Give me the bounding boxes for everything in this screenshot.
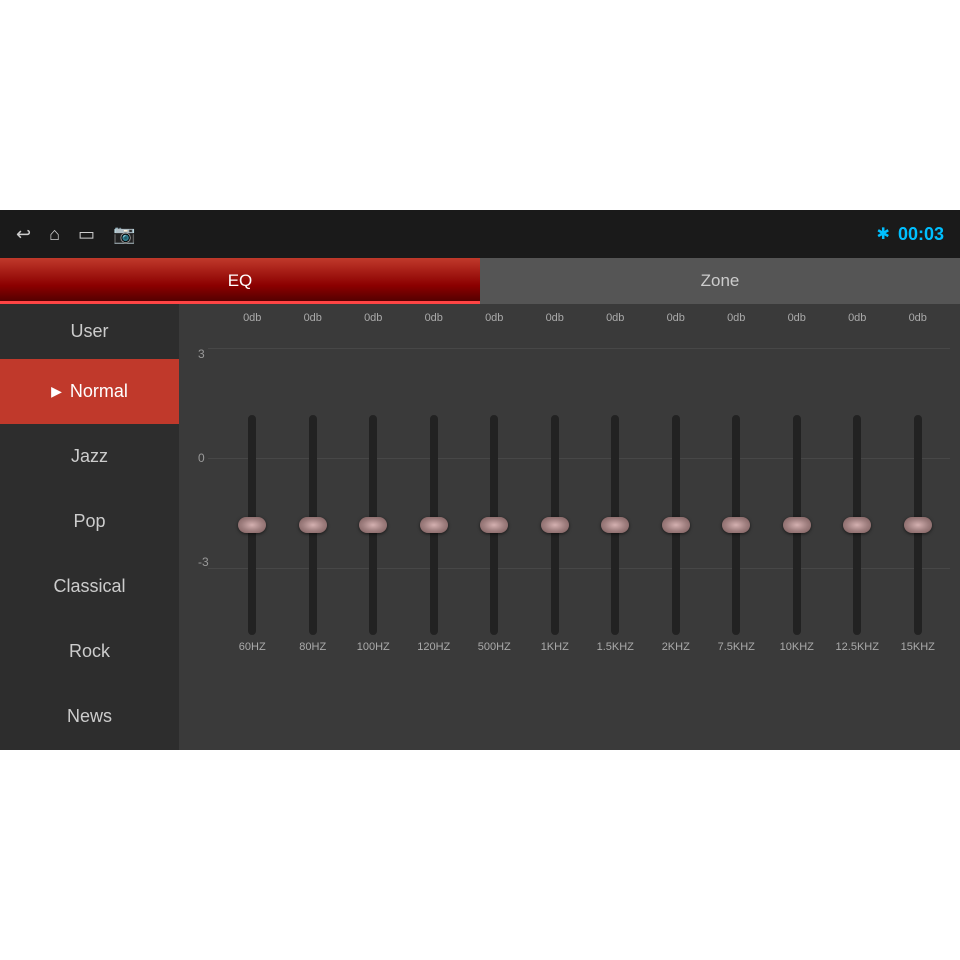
tab-zone-label: Zone bbox=[701, 271, 740, 291]
hz-label-2: 100HZ bbox=[357, 641, 390, 653]
db-label-9: 0db bbox=[767, 312, 827, 324]
db-label-4: 0db bbox=[464, 312, 524, 324]
scale-top: 3 bbox=[198, 348, 209, 360]
slider-track-8[interactable] bbox=[732, 415, 740, 635]
db-labels-row: 0db 0db 0db 0db 0db 0db 0db 0db 0db 0db … bbox=[222, 312, 948, 324]
slider-col-11: 15KHZ bbox=[888, 415, 948, 653]
hz-label-6: 1.5KHZ bbox=[597, 641, 634, 653]
slider-col-9: 10KHZ bbox=[767, 415, 827, 653]
grid-line-top bbox=[208, 348, 950, 349]
slider-track-3[interactable] bbox=[430, 415, 438, 635]
bluetooth-icon: ✱ bbox=[877, 224, 890, 244]
slider-track-2[interactable] bbox=[369, 415, 377, 635]
scale-bot: -3 bbox=[198, 556, 209, 568]
sidebar-item-classical[interactable]: Classical bbox=[0, 554, 179, 619]
slider-thumb-2[interactable] bbox=[359, 517, 387, 533]
slider-track-10[interactable] bbox=[853, 415, 861, 635]
play-arrow-icon: ▶ bbox=[51, 383, 62, 400]
slider-thumb-9[interactable] bbox=[783, 517, 811, 533]
db-label-11: 0db bbox=[888, 312, 948, 324]
sidebar-label-rock: Rock bbox=[69, 641, 110, 662]
main-content: User ▶ Normal Jazz Pop Classical Rock Ne… bbox=[0, 304, 960, 750]
timer-display: 00:03 bbox=[898, 224, 944, 245]
slider-col-10: 12.5KHZ bbox=[827, 415, 887, 653]
slider-col-8: 7.5KHZ bbox=[706, 415, 766, 653]
slider-thumb-6[interactable] bbox=[601, 517, 629, 533]
sidebar: User ▶ Normal Jazz Pop Classical Rock Ne… bbox=[0, 304, 180, 750]
sidebar-item-normal[interactable]: ▶ Normal bbox=[0, 359, 179, 424]
slider-col-2: 100HZ bbox=[343, 415, 403, 653]
slider-thumb-11[interactable] bbox=[904, 517, 932, 533]
sidebar-item-rock[interactable]: Rock bbox=[0, 619, 179, 684]
top-bar-right: ✱ 00:03 bbox=[877, 224, 944, 245]
sidebar-item-user[interactable]: User bbox=[0, 304, 179, 359]
home-icon[interactable]: ⌂ bbox=[49, 224, 60, 245]
sidebar-item-pop[interactable]: Pop bbox=[0, 489, 179, 554]
hz-label-1: 80HZ bbox=[299, 641, 326, 653]
slider-track-11[interactable] bbox=[914, 415, 922, 635]
sidebar-item-news[interactable]: News bbox=[0, 684, 179, 749]
slider-thumb-1[interactable] bbox=[299, 517, 327, 533]
hz-label-5: 1KHZ bbox=[541, 641, 569, 653]
slider-thumb-10[interactable] bbox=[843, 517, 871, 533]
db-label-1: 0db bbox=[283, 312, 343, 324]
sidebar-label-normal: Normal bbox=[70, 381, 128, 402]
slider-track-9[interactable] bbox=[793, 415, 801, 635]
slider-thumb-5[interactable] bbox=[541, 517, 569, 533]
db-label-7: 0db bbox=[646, 312, 706, 324]
sidebar-label-jazz: Jazz bbox=[71, 446, 108, 467]
top-bar: ↩ ⌂ ▭ 📷 ✱ 00:03 bbox=[0, 210, 960, 258]
slider-thumb-8[interactable] bbox=[722, 517, 750, 533]
hz-label-3: 120HZ bbox=[417, 641, 450, 653]
slider-col-3: 120HZ bbox=[404, 415, 464, 653]
db-label-6: 0db bbox=[585, 312, 645, 324]
sidebar-label-pop: Pop bbox=[73, 511, 105, 532]
slider-track-1[interactable] bbox=[309, 415, 317, 635]
hz-label-7: 2KHZ bbox=[662, 641, 690, 653]
device-frame: ↩ ⌂ ▭ 📷 ✱ 00:03 EQ Zone User ▶ Normal bbox=[0, 210, 960, 750]
tab-zone[interactable]: Zone bbox=[480, 258, 960, 304]
db-label-5: 0db bbox=[525, 312, 585, 324]
hz-label-10: 12.5KHZ bbox=[836, 641, 879, 653]
hz-label-8: 7.5KHZ bbox=[718, 641, 755, 653]
hz-label-11: 15KHZ bbox=[901, 641, 935, 653]
slider-col-4: 500HZ bbox=[464, 415, 524, 653]
slider-track-5[interactable] bbox=[551, 415, 559, 635]
sidebar-label-user: User bbox=[70, 321, 108, 342]
slider-thumb-0[interactable] bbox=[238, 517, 266, 533]
tab-eq[interactable]: EQ bbox=[0, 258, 480, 304]
top-bar-left: ↩ ⌂ ▭ 📷 bbox=[16, 224, 135, 245]
db-label-8: 0db bbox=[706, 312, 766, 324]
sidebar-label-classical: Classical bbox=[53, 576, 125, 597]
image-icon[interactable]: 📷 bbox=[113, 224, 135, 245]
slider-thumb-7[interactable] bbox=[662, 517, 690, 533]
slider-track-0[interactable] bbox=[248, 415, 256, 635]
slider-col-0: 60HZ bbox=[222, 415, 282, 653]
slider-col-5: 1KHZ bbox=[525, 415, 585, 653]
slider-track-6[interactable] bbox=[611, 415, 619, 635]
hz-label-0: 60HZ bbox=[239, 641, 266, 653]
tab-bar: EQ Zone bbox=[0, 258, 960, 304]
tab-eq-label: EQ bbox=[228, 271, 253, 291]
slider-track-7[interactable] bbox=[672, 415, 680, 635]
eq-panel: 3 0 -3 0db 0db 0db 0db 0db 0db 0db bbox=[180, 304, 960, 750]
db-label-10: 0db bbox=[827, 312, 887, 324]
slider-track-4[interactable] bbox=[490, 415, 498, 635]
back-icon[interactable]: ↩ bbox=[16, 224, 31, 245]
slider-thumb-4[interactable] bbox=[480, 517, 508, 533]
sidebar-label-news: News bbox=[67, 706, 112, 727]
window-icon[interactable]: ▭ bbox=[78, 224, 95, 245]
slider-col-1: 80HZ bbox=[283, 415, 343, 653]
slider-col-7: 2KHZ bbox=[646, 415, 706, 653]
db-label-3: 0db bbox=[404, 312, 464, 324]
sidebar-item-jazz[interactable]: Jazz bbox=[0, 424, 179, 489]
db-label-2: 0db bbox=[343, 312, 403, 324]
hz-label-4: 500HZ bbox=[478, 641, 511, 653]
db-label-0: 0db bbox=[222, 312, 282, 324]
slider-thumb-3[interactable] bbox=[420, 517, 448, 533]
hz-label-9: 10KHZ bbox=[780, 641, 814, 653]
slider-col-6: 1.5KHZ bbox=[585, 415, 645, 653]
sliders-row: 60HZ 80HZ 100HZ bbox=[222, 328, 948, 740]
